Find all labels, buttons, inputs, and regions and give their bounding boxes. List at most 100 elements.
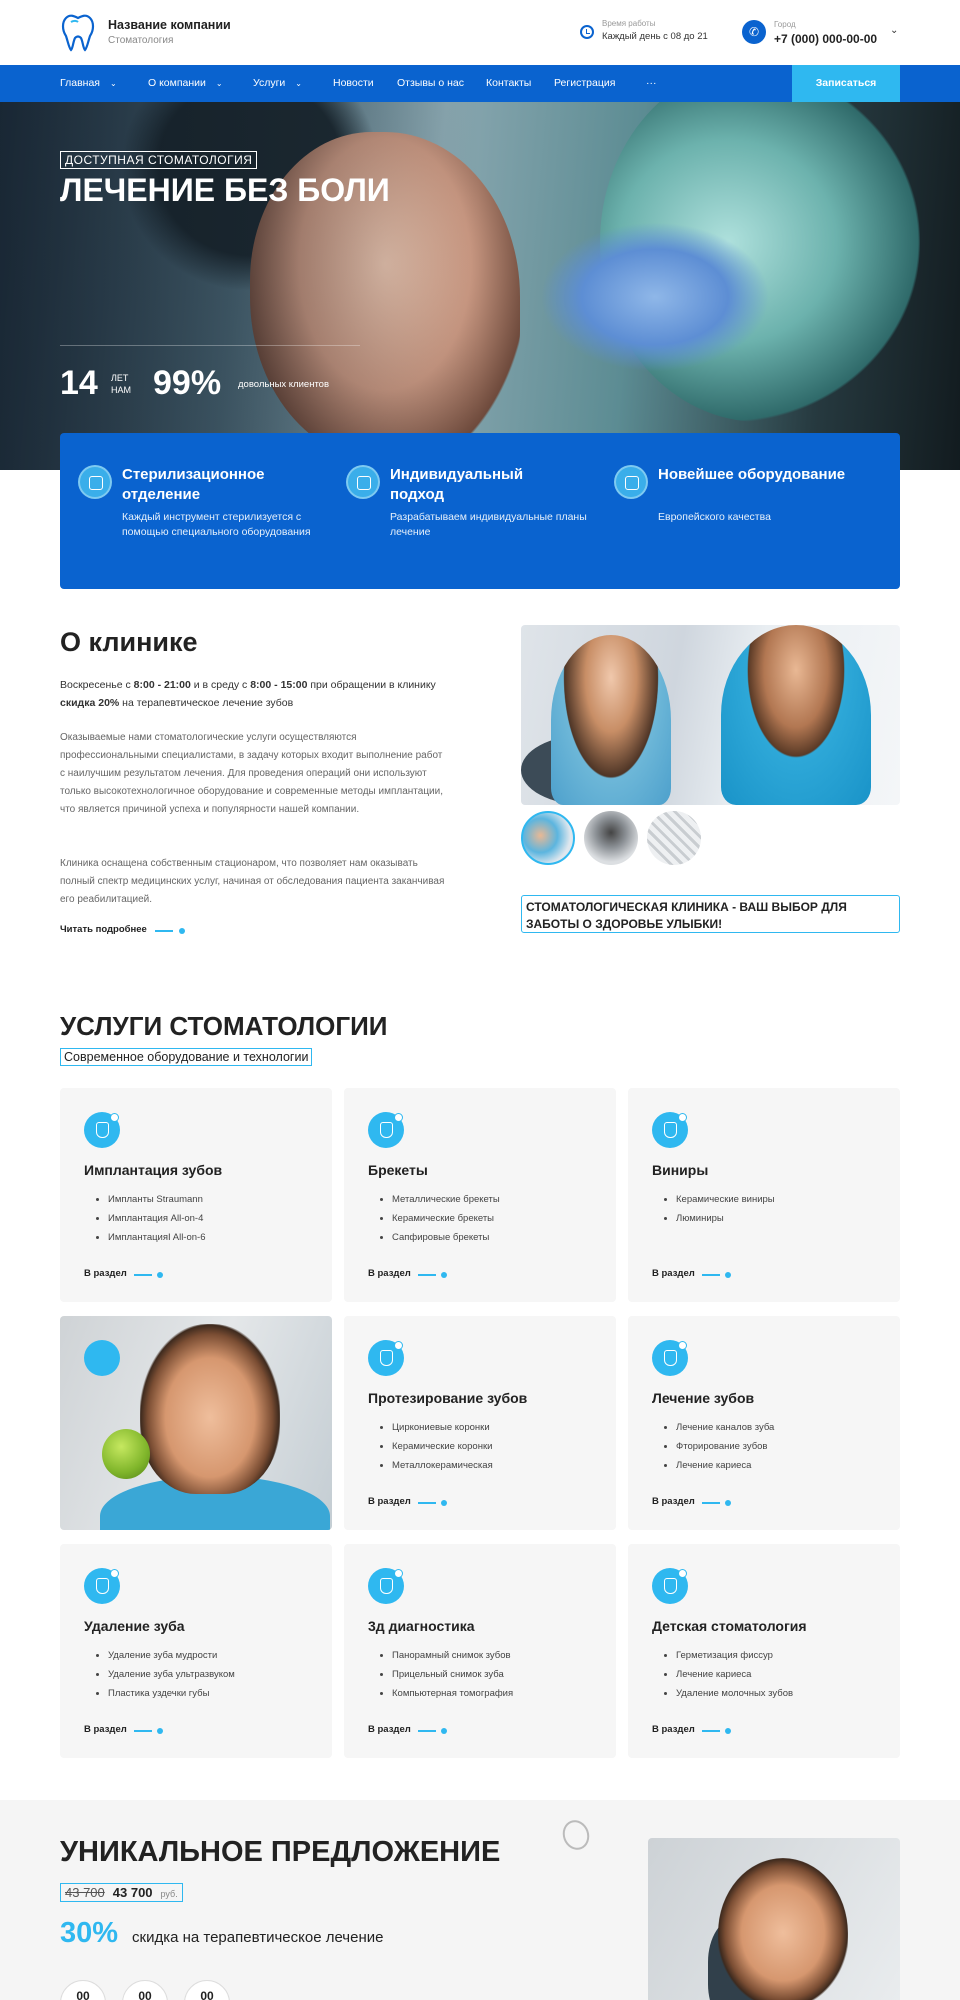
- company-block[interactable]: Название компании Стоматология: [108, 18, 231, 46]
- feature-desc: Каждый инструмент стерилизуется с помощь…: [122, 511, 311, 538]
- nav-label: О компании: [148, 77, 206, 89]
- about-paragraph: Оказываемые нами стоматологические услуг…: [60, 732, 444, 815]
- service-title: Протезирование зубов: [368, 1390, 528, 1406]
- nav-item-news[interactable]: Новости: [333, 65, 374, 102]
- feature-title: Новейшее оборудование: [658, 466, 846, 483]
- chevron-down-icon[interactable]: ⌄: [890, 25, 898, 36]
- timer-cell: 00: [122, 1980, 168, 2000]
- link-line: [418, 1730, 436, 1732]
- section-link[interactable]: В раздел: [368, 1724, 411, 1735]
- price-box: 43 700 43 700 руб.: [60, 1883, 183, 1902]
- patient-face: [718, 1858, 848, 2000]
- about-lead: Воскресенье с 8:00 - 21:00 и в среду с 8…: [60, 676, 445, 712]
- site-header: Название компании Стоматология Время раб…: [0, 0, 960, 65]
- gallery-thumb[interactable]: [584, 811, 638, 865]
- diagnostics-icon: [368, 1568, 404, 1604]
- tooth-icon: [84, 1340, 120, 1376]
- service-card-prosthetics[interactable]: Протезирование зубов Циркониевые коронки…: [344, 1316, 616, 1530]
- service-title: Удаление зуба: [84, 1618, 185, 1634]
- section-link[interactable]: В раздел: [652, 1268, 695, 1279]
- lead-time: 8:00 - 21:00: [133, 679, 191, 691]
- link-dot: [441, 1500, 447, 1506]
- service-card-braces[interactable]: Брекеты Металлические брекетыКерамически…: [344, 1088, 616, 1302]
- list-item: Керамические брекеты: [392, 1209, 500, 1228]
- list-item: Удаление зуба ультразвуком: [108, 1665, 235, 1684]
- service-card-kids[interactable]: Детская стоматология Герметизация фиссур…: [628, 1544, 900, 1758]
- service-title: Брекеты: [368, 1162, 428, 1178]
- phone-number[interactable]: +7 (000) 000-00-00: [774, 32, 877, 46]
- discount-text: скидка на терапевтическое лечение: [132, 1929, 384, 1946]
- service-card-extraction[interactable]: Удаление зуба Удаление зуба мудростиУдал…: [60, 1544, 332, 1758]
- gallery-thumb[interactable]: [521, 811, 575, 865]
- link-dot: [725, 1272, 731, 1278]
- list-item: Лечение кариеса: [676, 1456, 774, 1475]
- link-dot: [441, 1728, 447, 1734]
- list-item: Удаление зуба мудрости: [108, 1646, 235, 1665]
- feature-title: Стерилизационное отделение: [122, 466, 265, 503]
- service-list: Металлические брекетыКерамические брекет…: [392, 1190, 500, 1247]
- years-stat-unit: ЛЕТ НАМ: [111, 372, 131, 396]
- feature-title: Индивидуальный подход: [390, 466, 524, 503]
- list-item: Керамические коронки: [392, 1437, 493, 1456]
- phone-block[interactable]: ✆ Город +7 (000) 000-00-00 ⌄: [742, 20, 898, 46]
- service-card-implants[interactable]: Имплантация зубов Импланты StraumannИмпл…: [60, 1088, 332, 1302]
- service-card-treatment[interactable]: Лечение зубов Лечение каналов зубаФторир…: [628, 1316, 900, 1530]
- equipment-icon: [614, 465, 648, 499]
- section-link[interactable]: В раздел: [368, 1268, 411, 1279]
- link-line: [702, 1730, 720, 1732]
- services-title: УСЛУГИ СТОМАТОЛОГИИ: [60, 1011, 388, 1041]
- section-link[interactable]: В раздел: [368, 1496, 411, 1507]
- nav-item-services[interactable]: Услуги ⌄: [253, 65, 302, 102]
- link-dot: [725, 1500, 731, 1506]
- hero-tag: ДОСТУПНАЯ СТОМАТОЛОГИЯ: [60, 151, 258, 169]
- lead-text: при обращении в клинику: [307, 679, 436, 691]
- hours-value: Каждый день с 08 до 21: [602, 31, 708, 42]
- link-line: [134, 1274, 152, 1276]
- chevron-down-icon: ⌄: [109, 79, 117, 88]
- section-link[interactable]: В раздел: [652, 1724, 695, 1735]
- tooth-logo-icon[interactable]: [60, 12, 96, 52]
- hero-divider: [60, 345, 360, 346]
- nav-item-reviews[interactable]: Отзывы о нас: [397, 65, 464, 102]
- link-line: [134, 1730, 152, 1732]
- braces-icon: [368, 1112, 404, 1148]
- years-stat-value: 14: [60, 364, 98, 402]
- old-price: 43 700: [65, 1885, 105, 1900]
- clients-stat-value: 99%: [153, 364, 222, 402]
- gallery-thumb[interactable]: [647, 811, 701, 865]
- list-item: Сапфировые брекеты: [392, 1228, 500, 1247]
- braces-icon: [346, 465, 380, 499]
- nav-item-contacts[interactable]: Контакты: [486, 65, 531, 102]
- nav-more-button[interactable]: ···: [646, 65, 657, 102]
- tooth-treatment-icon: [652, 1340, 688, 1376]
- list-item: Удаление молочных зубов: [676, 1684, 793, 1703]
- read-more-link[interactable]: Читать подробнее: [60, 924, 147, 935]
- service-card-veneers[interactable]: Виниры Керамические винирыЛюминиры В раз…: [628, 1088, 900, 1302]
- service-list: Лечение каналов зубаФторирование зубовЛе…: [676, 1418, 774, 1475]
- section-link[interactable]: В раздел: [652, 1496, 695, 1507]
- nav-item-registration[interactable]: Регистрация: [554, 65, 615, 102]
- service-title: 3д диагностика: [368, 1618, 475, 1634]
- nav-item-home[interactable]: Главная ⌄: [60, 65, 117, 102]
- city-label: Город: [774, 20, 796, 29]
- list-item: Металлические брекеты: [392, 1190, 500, 1209]
- services-subtitle: Современное оборудование и технологии: [60, 1048, 313, 1066]
- offer-title: УНИКАЛЬНОЕ ПРЕДЛОЖЕНИЕ: [60, 1836, 501, 1868]
- about-paragraph: Клиника оснащена собственным стационаром…: [60, 858, 445, 905]
- section-link[interactable]: В раздел: [84, 1268, 127, 1279]
- lead-text: и в среду с: [190, 679, 251, 691]
- clinic-photo: [521, 625, 900, 805]
- hero-title: ЛЕЧЕНИЕ БЕЗ БОЛИ: [60, 172, 390, 208]
- service-list: Керамические винирыЛюминиры: [676, 1190, 775, 1228]
- service-list: Панорамный снимок зубовПрицельный снимок…: [392, 1646, 513, 1703]
- list-item: Компьютерная томография: [392, 1684, 513, 1703]
- child-tooth-icon: [652, 1568, 688, 1604]
- service-card-diagnostics[interactable]: 3д диагностика Панорамный снимок зубовПр…: [344, 1544, 616, 1758]
- chevron-down-icon: ⌄: [295, 79, 302, 88]
- section-link[interactable]: В раздел: [84, 1724, 127, 1735]
- clients-stat-label: довольных клиентов: [238, 379, 330, 390]
- company-subtitle: Стоматология: [108, 35, 174, 46]
- nav-item-about[interactable]: О компании ⌄: [148, 65, 223, 102]
- veneer-icon: [652, 1112, 688, 1148]
- book-appointment-button[interactable]: Записаться: [792, 65, 900, 102]
